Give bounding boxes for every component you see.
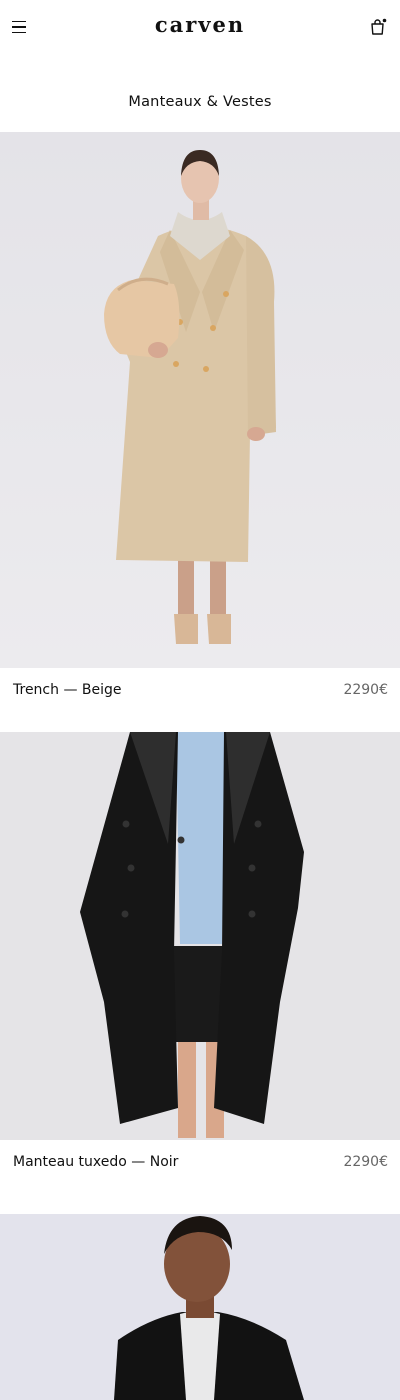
page-title: Manteaux & Vestes [128,94,272,110]
product-price: 2290€ [343,682,388,698]
shopping-bag-button[interactable] [368,17,388,37]
product-info[interactable]: Manteau tuxedo — Noir 2290€ [0,1140,400,1184]
product-info[interactable]: Trench — Beige 2290€ [0,668,400,712]
product-image[interactable] [0,132,400,668]
product-price: 2290€ [343,1154,388,1170]
product-image[interactable] [0,1214,400,1400]
product-image[interactable] [0,732,400,1140]
header: carven [0,0,400,56]
product-name[interactable]: Manteau tuxedo — Noir [13,1154,178,1170]
shopping-bag-icon [371,18,387,35]
product-card[interactable] [0,1214,400,1400]
product-card[interactable]: Trench — Beige 2290€ [0,132,400,714]
product-name[interactable]: Trench — Beige [13,682,122,698]
brand-logo[interactable]: carven [0,12,400,37]
product-card[interactable]: Manteau tuxedo — Noir 2290€ [0,732,400,1204]
